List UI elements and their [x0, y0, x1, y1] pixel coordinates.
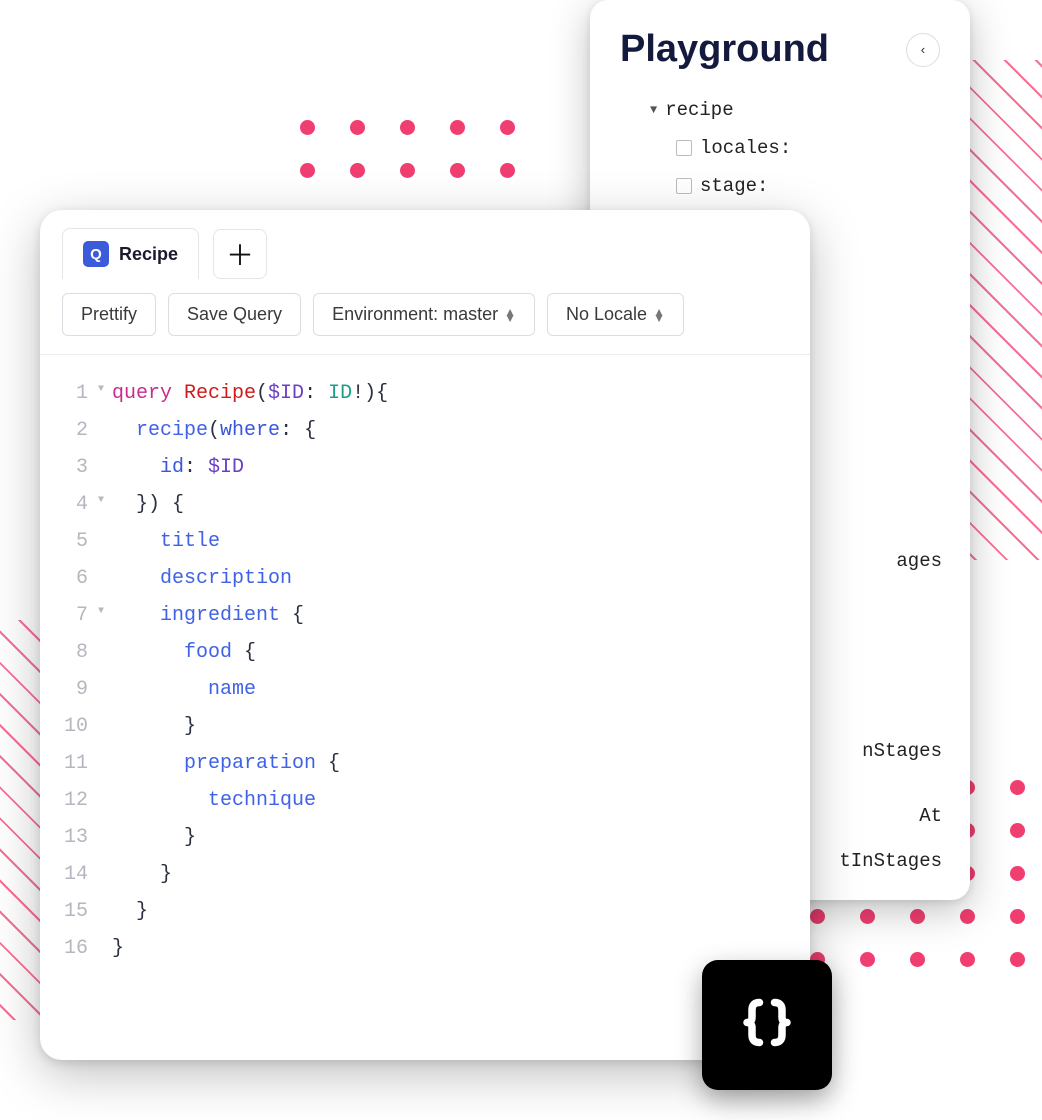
- code-line[interactable]: 14 }: [40, 856, 810, 893]
- code-line[interactable]: 1▼query Recipe($ID: ID!){: [40, 375, 810, 412]
- code-text: }) {: [94, 486, 184, 523]
- line-number: 4▼: [40, 486, 94, 523]
- tree-arg-label: stage:: [700, 167, 768, 205]
- code-text: }: [94, 708, 196, 745]
- code-text: description: [94, 560, 292, 597]
- checkbox-icon[interactable]: [676, 140, 692, 156]
- environment-select[interactable]: Environment: master ▲▼: [313, 293, 535, 336]
- line-number: 2: [40, 412, 94, 449]
- line-number: 13: [40, 819, 94, 856]
- tab-recipe[interactable]: Q Recipe: [62, 228, 199, 279]
- tree-node-recipe[interactable]: ▼ recipe: [650, 91, 940, 129]
- chevron-left-icon: ‹: [921, 42, 925, 57]
- code-text: }: [94, 819, 196, 856]
- line-number: 16: [40, 930, 94, 967]
- line-number: 8: [40, 634, 94, 671]
- add-tab-button[interactable]: ＋: [213, 229, 267, 279]
- query-badge: Q: [83, 241, 109, 267]
- sort-icon: ▲▼: [504, 309, 516, 321]
- code-text: }: [94, 856, 172, 893]
- line-number: 6: [40, 560, 94, 597]
- prettify-button[interactable]: Prettify: [62, 293, 156, 336]
- query-editor-panel: Q Recipe ＋ Prettify Save Query Environme…: [40, 210, 810, 1060]
- button-label: Prettify: [81, 304, 137, 325]
- line-number: 10: [40, 708, 94, 745]
- fold-icon[interactable]: ▼: [98, 381, 104, 400]
- save-query-button[interactable]: Save Query: [168, 293, 301, 336]
- playground-title: Playground: [620, 28, 829, 71]
- collapse-button[interactable]: ‹: [906, 33, 940, 67]
- button-label: Save Query: [187, 304, 282, 325]
- line-number: 7▼: [40, 597, 94, 634]
- code-text: recipe(where: {: [94, 412, 316, 449]
- code-text: }: [94, 893, 148, 930]
- sort-icon: ▲▼: [653, 309, 665, 321]
- braces-icon: [737, 995, 797, 1055]
- line-number: 12: [40, 782, 94, 819]
- code-line[interactable]: 5 title: [40, 523, 810, 560]
- tree-peek-label: At: [919, 795, 942, 839]
- code-line[interactable]: 8 food {: [40, 634, 810, 671]
- code-line[interactable]: 2 recipe(where: {: [40, 412, 810, 449]
- fold-icon[interactable]: ▼: [98, 492, 104, 511]
- code-line[interactable]: 13 }: [40, 819, 810, 856]
- line-number: 11: [40, 745, 94, 782]
- tree-arg-label: locales:: [700, 129, 791, 167]
- code-text: food {: [94, 634, 256, 671]
- tree-peek-label: nStages: [862, 730, 942, 774]
- code-line[interactable]: 15 }: [40, 893, 810, 930]
- code-text: title: [94, 523, 220, 560]
- tree-peek-label: tInStages: [839, 840, 942, 884]
- tree-peek-label: ages: [896, 540, 942, 584]
- code-line[interactable]: 12 technique: [40, 782, 810, 819]
- line-number: 5: [40, 523, 94, 560]
- code-text: id: $ID: [94, 449, 244, 486]
- checkbox-icon[interactable]: [676, 178, 692, 194]
- code-line[interactable]: 10 }: [40, 708, 810, 745]
- fold-icon[interactable]: ▼: [98, 603, 104, 622]
- tree-arg-stage[interactable]: stage:: [676, 167, 940, 205]
- tree-node-label: recipe: [665, 91, 733, 129]
- line-number: 1▼: [40, 375, 94, 412]
- explorer-tree[interactable]: ▼ recipe locales: stage:: [650, 91, 940, 205]
- line-number: 15: [40, 893, 94, 930]
- tree-arg-locales[interactable]: locales:: [676, 129, 940, 167]
- locale-select[interactable]: No Locale ▲▼: [547, 293, 684, 336]
- select-label: No Locale: [566, 304, 647, 325]
- code-line[interactable]: 3 id: $ID: [40, 449, 810, 486]
- line-number: 9: [40, 671, 94, 708]
- code-line[interactable]: 16}: [40, 930, 810, 967]
- line-number: 3: [40, 449, 94, 486]
- code-text: query Recipe($ID: ID!){: [94, 375, 388, 412]
- code-line[interactable]: 9 name: [40, 671, 810, 708]
- code-line[interactable]: 4▼ }) {: [40, 486, 810, 523]
- plus-icon: ＋: [226, 234, 254, 274]
- line-number: 14: [40, 856, 94, 893]
- select-label: Environment: master: [332, 304, 498, 325]
- tabs-row: Q Recipe ＋: [40, 210, 810, 279]
- code-line[interactable]: 11 preparation {: [40, 745, 810, 782]
- code-line[interactable]: 6 description: [40, 560, 810, 597]
- code-text: technique: [94, 782, 316, 819]
- code-badge: [702, 960, 832, 1090]
- code-text: ingredient {: [94, 597, 304, 634]
- code-text: name: [94, 671, 256, 708]
- caret-down-icon: ▼: [650, 98, 657, 122]
- code-editor[interactable]: 1▼query Recipe($ID: ID!){2 recipe(where:…: [40, 355, 810, 987]
- toolbar: Prettify Save Query Environment: master …: [40, 279, 810, 355]
- code-text: }: [94, 930, 124, 967]
- code-line[interactable]: 7▼ ingredient {: [40, 597, 810, 634]
- code-text: preparation {: [94, 745, 340, 782]
- tab-label: Recipe: [119, 244, 178, 265]
- decorative-dots-top: [300, 120, 515, 178]
